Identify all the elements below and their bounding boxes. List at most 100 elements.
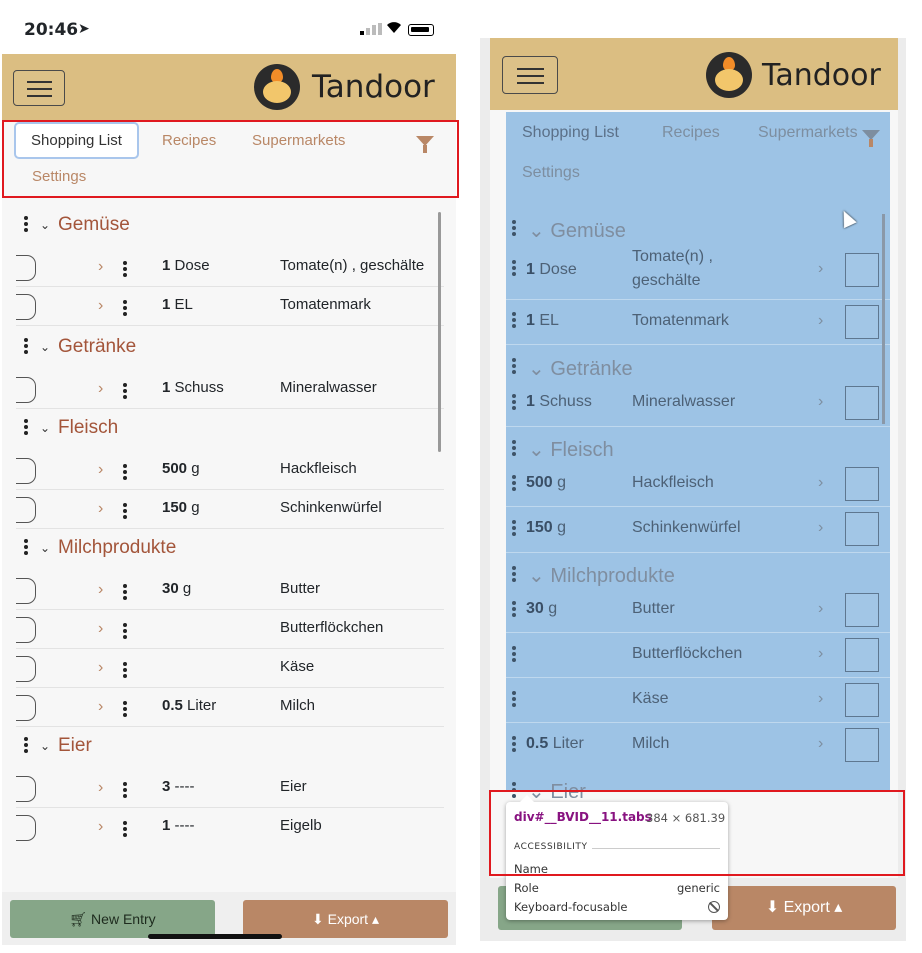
item-menu-icon[interactable] [123,623,127,641]
tab-shopping-list[interactable]: Shopping List [522,124,619,142]
chevron-right-icon[interactable]: › [818,735,823,753]
item-checkbox[interactable] [845,386,879,420]
scrollbar[interactable] [438,212,441,452]
chevron-right-icon[interactable]: › [818,600,823,618]
item-checkbox[interactable] [845,467,879,501]
tab-recipes[interactable]: Recipes [662,124,720,142]
drag-handle-icon[interactable] [512,394,516,412]
item-checkbox[interactable] [16,497,36,523]
drag-handle-icon[interactable] [512,566,516,584]
item-food: Butterflöckchen [280,619,384,636]
drag-handle-icon[interactable] [512,601,516,619]
item-menu-icon[interactable] [123,782,127,800]
list-item: › 30 g Butter [16,571,444,610]
category-header[interactable]: ⌄ Milchprodukte [528,563,675,588]
chevron-right-icon[interactable]: › [98,380,103,398]
item-checkbox[interactable] [16,617,36,643]
filter-icon[interactable] [862,130,880,147]
item-menu-icon[interactable] [123,821,127,839]
menu-toggle-button[interactable] [13,70,65,106]
item-menu-icon[interactable] [123,464,127,482]
item-menu-icon[interactable] [123,701,127,719]
chevron-right-icon[interactable]: › [98,258,103,276]
chevron-right-icon[interactable]: › [98,659,103,677]
chevron-right-icon[interactable]: › [818,519,823,537]
chevron-down-icon[interactable]: ⌄ [40,340,50,354]
category-header[interactable]: ⌄ Eier [16,733,444,769]
item-checkbox[interactable] [16,377,36,403]
drag-handle-icon[interactable] [512,358,516,376]
chevron-right-icon[interactable]: › [818,393,823,411]
chevron-down-icon[interactable]: ⌄ [40,421,50,435]
chevron-right-icon[interactable]: › [98,581,103,599]
drag-handle-icon[interactable] [24,539,28,557]
item-checkbox[interactable] [16,578,36,604]
category-header[interactable]: ⌄ Getränke [528,356,633,381]
drag-handle-icon[interactable] [24,338,28,356]
brand-logo[interactable]: Tandoor [254,64,435,110]
drag-handle-icon[interactable] [512,736,516,754]
item-checkbox[interactable] [16,294,36,320]
item-checkbox[interactable] [845,305,879,339]
tab-settings[interactable]: Settings [522,164,580,182]
chevron-right-icon[interactable]: › [818,312,823,330]
chevron-right-icon[interactable]: › [98,461,103,479]
item-menu-icon[interactable] [123,261,127,279]
scrollbar[interactable] [882,214,885,424]
item-checkbox[interactable] [16,656,36,682]
chevron-right-icon[interactable]: › [818,690,823,708]
drag-handle-icon[interactable] [24,419,28,437]
category-header[interactable]: ⌄ Gemüse [528,218,626,243]
chevron-right-icon[interactable]: › [818,260,823,278]
category-header[interactable]: ⌄ Milchprodukte [16,535,444,571]
item-checkbox[interactable] [845,683,879,717]
item-menu-icon[interactable] [123,584,127,602]
drag-handle-icon[interactable] [512,646,516,664]
item-checkbox[interactable] [16,458,36,484]
tab-supermarkets[interactable]: Supermarkets [758,124,858,142]
item-checkbox[interactable] [845,728,879,762]
brand-logo[interactable]: Tandoor [706,52,881,98]
item-checkbox[interactable] [16,255,36,281]
item-menu-icon[interactable] [123,300,127,318]
drag-handle-icon[interactable] [512,260,516,278]
drag-handle-icon[interactable] [512,691,516,709]
drag-handle-icon[interactable] [512,475,516,493]
chevron-right-icon[interactable]: › [98,500,103,518]
export-button[interactable]: ⬇ Export ▴ [243,900,448,938]
chevron-right-icon[interactable]: › [818,474,823,492]
export-button[interactable]: ⬇ Export ▴ [712,886,896,930]
item-menu-icon[interactable] [123,662,127,680]
chevron-right-icon[interactable]: › [98,779,103,797]
chevron-right-icon[interactable]: › [98,297,103,315]
new-entry-button[interactable]: 🛒︎ New Entry [10,900,215,938]
drag-handle-icon[interactable] [512,220,516,238]
item-checkbox[interactable] [16,815,36,841]
category-header[interactable]: ⌄ Fleisch [528,437,614,462]
item-checkbox[interactable] [845,253,879,287]
chevron-down-icon[interactable]: ⌄ [40,739,50,753]
item-menu-icon[interactable] [123,503,127,521]
drag-handle-icon[interactable] [512,520,516,538]
category-header[interactable]: ⌄ Gemüse [16,212,444,248]
chevron-down-icon[interactable]: ⌄ [40,218,50,232]
drag-handle-icon[interactable] [512,312,516,330]
category-header[interactable]: ⌄ Getränke [16,334,444,370]
item-checkbox[interactable] [845,593,879,627]
category-header[interactable]: ⌄ Fleisch [16,415,444,451]
drag-handle-icon[interactable] [24,737,28,755]
chevron-down-icon[interactable]: ⌄ [40,541,50,555]
drag-handle-icon[interactable] [24,216,28,234]
chevron-right-icon[interactable]: › [98,698,103,716]
chevron-right-icon[interactable]: › [818,645,823,663]
drag-handle-icon[interactable] [512,440,516,458]
home-indicator[interactable] [148,934,282,939]
item-checkbox[interactable] [845,638,879,672]
item-checkbox[interactable] [16,776,36,802]
item-checkbox[interactable] [16,695,36,721]
item-checkbox[interactable] [845,512,879,546]
chevron-right-icon[interactable]: › [98,620,103,638]
chevron-right-icon[interactable]: › [98,818,103,836]
item-menu-icon[interactable] [123,383,127,401]
menu-toggle-button[interactable] [502,56,558,94]
